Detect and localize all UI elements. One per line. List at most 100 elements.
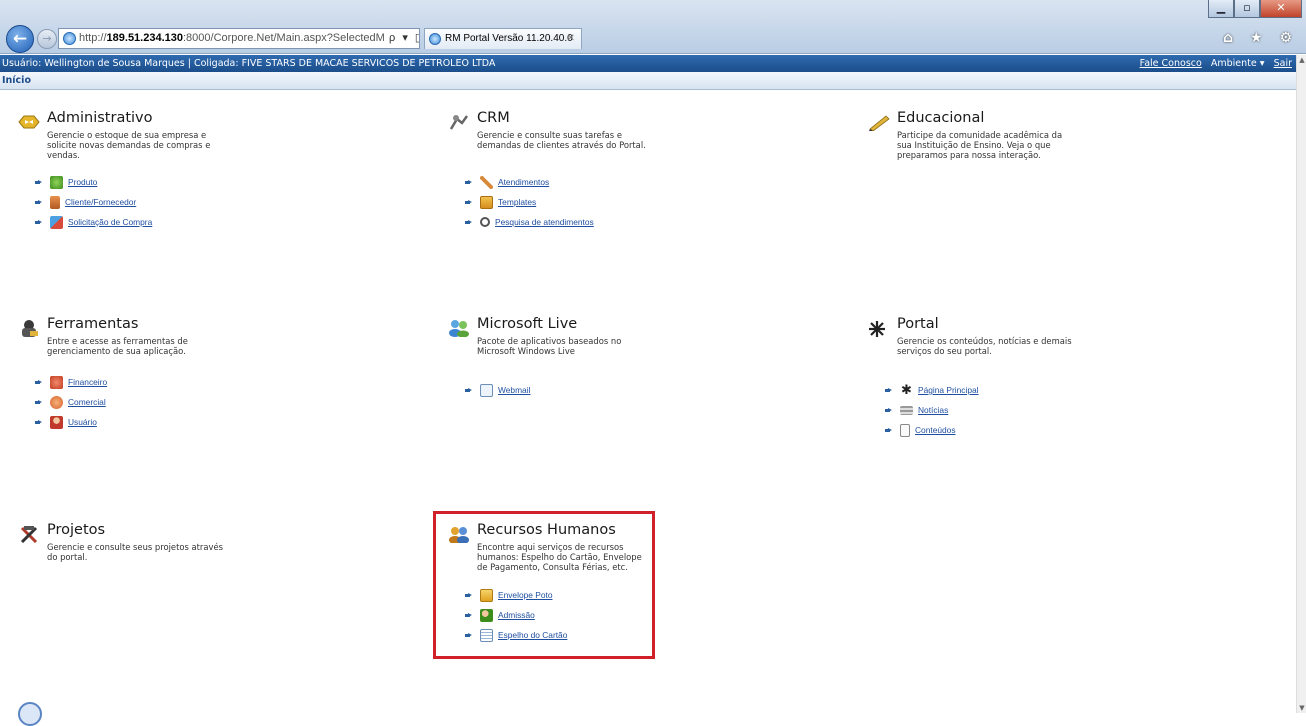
link-row-comercial[interactable]: Comercial — [35, 392, 107, 412]
link-row-produto[interactable]: Produto — [35, 172, 152, 192]
bullet-arrow-icon — [35, 179, 43, 185]
module-title[interactable]: Projetos — [47, 522, 105, 538]
module-links: ✱ Página Principal Notícias Conteúdos — [885, 380, 979, 440]
back-button[interactable]: ← — [6, 25, 34, 53]
link-noticias[interactable]: Notícias — [918, 405, 948, 415]
produto-icon — [50, 175, 63, 189]
contact-link[interactable]: Fale Conosco — [1140, 58, 1202, 69]
link-templates[interactable]: Templates — [498, 197, 536, 207]
scroll-up-icon[interactable]: ▲ — [1297, 55, 1306, 65]
link-conteudos[interactable]: Conteúdos — [915, 425, 956, 435]
link-row-noticias[interactable]: Notícias — [885, 400, 979, 420]
module-description: Gerencie e consulte seus projetos atravé… — [47, 542, 223, 562]
comercial-icon — [50, 395, 63, 409]
bullet-arrow-icon — [465, 219, 473, 225]
bullet-arrow-icon — [35, 419, 43, 425]
user-icon — [50, 415, 63, 429]
administrativo-icon — [18, 115, 40, 129]
url-rest: :8000/Corpore.Net/Main.aspx?SelectedM — [183, 32, 385, 44]
module-title[interactable]: Educacional — [897, 110, 984, 126]
link-webmail[interactable]: Webmail — [498, 385, 530, 395]
bullet-arrow-icon — [465, 179, 473, 185]
webmail-icon — [480, 383, 493, 397]
noticias-icon — [900, 405, 913, 415]
module-links: Atendimentos Templates Pesquisa de atend… — [465, 172, 594, 232]
module-description: Participe da comunidade acadêmica da sua… — [897, 130, 1063, 160]
module-title[interactable]: Administrativo — [47, 110, 153, 126]
link-row-cliente-fornecedor[interactable]: Cliente/Fornecedor — [35, 192, 152, 212]
portal-icon — [869, 321, 885, 337]
bullet-arrow-icon — [35, 219, 43, 225]
scroll-down-icon[interactable]: ▼ — [1297, 703, 1306, 713]
module-title[interactable]: Ferramentas — [47, 316, 138, 332]
home-favorites-tools-icons[interactable]: ⌂ ★ ⚙ — [1223, 30, 1298, 46]
link-row-atendimentos[interactable]: Atendimentos — [465, 172, 594, 192]
browser-tab[interactable]: RM Portal Versão 11.20.40.0 ✕ — [424, 28, 582, 49]
module-description: Gerencie e consulte suas tarefas e deman… — [477, 130, 646, 150]
window-controls: ▁ ▫ ✕ — [1208, 0, 1302, 18]
module-description: Pacote de aplicativos baseados no Micros… — [477, 336, 622, 356]
bullet-arrow-icon — [35, 399, 43, 405]
link-row-templates[interactable]: Templates — [465, 192, 594, 212]
module-educacional: Educacional Participe da comunidade acad… — [868, 110, 1248, 290]
link-cliente-fornecedor[interactable]: Cliente/Fornecedor — [65, 197, 136, 207]
module-ferramentas: Ferramentas Entre e acesse as ferramenta… — [18, 316, 398, 496]
microsoft-live-icon — [449, 320, 469, 337]
module-description: Gerencie o estoque de sua empresa e soli… — [47, 130, 211, 160]
module-administrativo: Administrativo Gerencie o estoque de sua… — [18, 110, 398, 290]
module-links: Financeiro Comercial Usuário — [35, 372, 107, 432]
address-controls[interactable]: ρ ▾ ▯ ↻ ✕ — [387, 29, 419, 48]
forward-button[interactable]: → — [37, 29, 57, 49]
minimize-button[interactable]: ▁ — [1208, 0, 1234, 18]
bullet-arrow-icon — [465, 199, 473, 205]
conteudos-icon — [900, 423, 910, 437]
address-bar[interactable]: http://189.51.234.130:8000/Corpore.Net/M… — [58, 28, 420, 49]
module-title[interactable]: CRM — [477, 110, 510, 126]
url-prefix: http:// — [79, 32, 107, 44]
vertical-scrollbar[interactable]: ▲ ▼ — [1296, 55, 1306, 713]
link-row-solicitacao-compra[interactable]: Solicitação de Compra — [35, 212, 152, 232]
link-atendimentos[interactable]: Atendimentos — [498, 177, 549, 187]
ambiente-menu[interactable]: Ambiente ▾ — [1211, 58, 1265, 69]
link-financeiro[interactable]: Financeiro — [68, 377, 107, 387]
exit-link[interactable]: Sair — [1274, 58, 1292, 69]
bullet-arrow-icon — [35, 199, 43, 205]
link-row-financeiro[interactable]: Financeiro — [35, 372, 107, 392]
link-solicitacao-compra[interactable]: Solicitação de Compra — [68, 217, 152, 227]
module-description: Gerencie os conteúdos, notícias e demais… — [897, 336, 1072, 356]
link-row-usuario[interactable]: Usuário — [35, 412, 107, 432]
link-produto[interactable]: Produto — [68, 177, 97, 187]
restore-button[interactable]: ▫ — [1234, 0, 1260, 18]
pencil-icon — [869, 115, 890, 131]
module-title[interactable]: Microsoft Live — [477, 316, 577, 332]
module-title[interactable]: Portal — [897, 316, 939, 332]
module-crm: CRM Gerencie e consulte suas tarefas e d… — [448, 110, 828, 290]
module-links: Produto Cliente/Fornecedor Solicitação d… — [35, 172, 152, 232]
user-info: Usuário: Wellington de Sousa Marques | C… — [2, 58, 496, 69]
ie-page-icon — [63, 32, 76, 45]
link-pesquisa-atendimentos[interactable]: Pesquisa de atendimentos — [495, 217, 594, 227]
module-links: Webmail — [465, 380, 530, 400]
link-comercial[interactable]: Comercial — [68, 397, 106, 407]
financeiro-icon — [50, 375, 63, 389]
link-usuario[interactable]: Usuário — [68, 417, 97, 427]
close-window-button[interactable]: ✕ — [1260, 0, 1302, 18]
link-row-conteudos[interactable]: Conteúdos — [885, 420, 979, 440]
tab-page-icon — [429, 33, 441, 45]
ferramentas-icon — [22, 320, 38, 337]
url-host: 189.51.234.130 — [106, 32, 183, 44]
link-row-pagina-principal[interactable]: ✱ Página Principal — [885, 380, 979, 400]
tab-title: RM Portal Versão 11.20.40.0 — [445, 33, 573, 44]
breadcrumb[interactable]: Início — [0, 72, 1296, 90]
search-icon — [480, 217, 490, 227]
bullet-arrow-icon — [885, 407, 893, 413]
link-pagina-principal[interactable]: Página Principal — [918, 385, 979, 395]
tab-close-icon[interactable]: ✕ — [567, 29, 575, 49]
bullet-arrow-icon — [885, 387, 893, 393]
atendimentos-icon — [480, 175, 493, 189]
link-row-pesquisa-atendimentos[interactable]: Pesquisa de atendimentos — [465, 212, 594, 232]
projetos-icon — [20, 526, 38, 543]
crm-icon — [449, 115, 469, 130]
cliente-fornecedor-icon — [50, 195, 60, 209]
link-row-webmail[interactable]: Webmail — [465, 380, 530, 400]
